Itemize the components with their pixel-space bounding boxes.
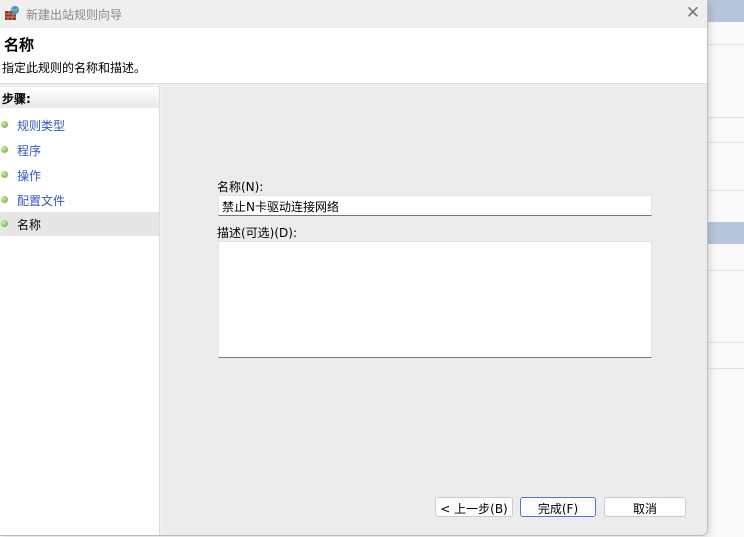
step-bullet-icon	[1, 196, 8, 203]
step-program[interactable]: 程序	[0, 138, 159, 162]
step-action[interactable]: 操作	[0, 163, 159, 187]
window-title: 新建出站规则向导	[26, 8, 123, 22]
page-header: 名称 指定此规则的名称和描述。	[0, 28, 707, 84]
steps-heading: 步骤:	[0, 87, 159, 108]
page-subtitle: 指定此规则的名称和描述。	[2, 61, 147, 75]
step-bullet-icon	[1, 121, 8, 128]
page-title: 名称	[4, 36, 35, 54]
finish-button[interactable]: 完成(F)	[520, 497, 596, 517]
step-bullet-icon	[1, 220, 8, 227]
cancel-button[interactable]: 取消	[604, 497, 686, 517]
title-bar: 新建出站规则向导 ✕	[0, 0, 707, 28]
step-label: 程序	[17, 144, 42, 158]
close-button[interactable]: ✕	[686, 3, 700, 23]
content-panel: 名称(N): 禁止N卡驱动连接网络 描述(可选)(D): < 上一步(B) 完成…	[163, 87, 707, 535]
step-label: 规则类型	[17, 119, 66, 133]
step-label: 配置文件	[17, 194, 66, 208]
back-button[interactable]: < 上一步(B)	[435, 497, 513, 517]
step-profile[interactable]: 配置文件	[0, 188, 159, 212]
step-name[interactable]: 名称	[0, 212, 159, 236]
step-bullet-icon	[1, 171, 8, 178]
step-label: 操作	[17, 169, 42, 183]
name-label: 名称(N):	[217, 180, 264, 194]
wizard-dialog: 新建出站规则向导 ✕ 名称 指定此规则的名称和描述。 步骤: 规则类型 程序 操…	[0, 0, 708, 536]
description-label: 描述(可选)(D):	[217, 226, 298, 240]
step-label: 名称	[17, 218, 42, 232]
name-input[interactable]: 禁止N卡驱动连接网络	[218, 195, 652, 216]
step-bullet-icon	[1, 146, 8, 153]
firewall-icon	[5, 6, 19, 20]
description-textarea[interactable]	[218, 241, 652, 358]
step-rule-type[interactable]: 规则类型	[0, 113, 159, 137]
steps-panel: 步骤: 规则类型 程序 操作 配置文件 名称	[0, 87, 160, 535]
